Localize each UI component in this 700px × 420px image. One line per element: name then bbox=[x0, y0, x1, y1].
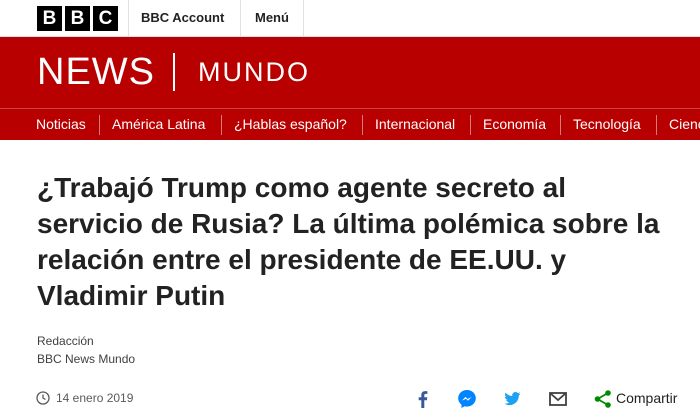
article-meta-row: 14 enero 2019 Compartir bbox=[0, 384, 700, 414]
bbc-logo-letter-b1: B bbox=[37, 6, 62, 31]
nav-item-tecnologia[interactable]: Tecnología bbox=[573, 116, 641, 132]
bbc-logo-letter-b2: B bbox=[65, 6, 90, 31]
byline-author: Redacción bbox=[37, 334, 94, 348]
nav-item-internacional[interactable]: Internacional bbox=[375, 116, 455, 132]
nav-divider bbox=[470, 115, 471, 135]
nav-divider bbox=[99, 115, 100, 135]
bbc-logo[interactable]: B B C bbox=[37, 6, 118, 31]
nav-divider bbox=[221, 115, 222, 135]
nav-item-america-latina[interactable]: América Latina bbox=[112, 116, 205, 132]
section-nav: Noticias América Latina ¿Hablas español?… bbox=[0, 108, 700, 140]
topbar-divider bbox=[128, 0, 129, 36]
byline-organization: BBC News Mundo bbox=[37, 352, 136, 366]
nav-item-noticias[interactable]: Noticias bbox=[36, 116, 86, 132]
nav-item-hablas-espanol[interactable]: ¿Hablas español? bbox=[234, 116, 347, 132]
nav-item-ciencia[interactable]: Cienc bbox=[669, 116, 700, 132]
publish-date: 14 enero 2019 bbox=[56, 391, 134, 405]
nav-divider bbox=[362, 115, 363, 135]
brand-news[interactable]: NEWS bbox=[37, 51, 155, 94]
bbc-account-link[interactable]: BBC Account bbox=[141, 10, 224, 25]
masthead: NEWS MUNDO bbox=[0, 37, 700, 108]
messenger-icon[interactable] bbox=[456, 388, 478, 410]
top-account-bar: B B C BBC Account Menú bbox=[0, 0, 700, 37]
share-icon[interactable] bbox=[592, 388, 614, 410]
twitter-icon[interactable] bbox=[501, 388, 523, 410]
clock-icon bbox=[36, 391, 50, 405]
article-headline: ¿Trabajó Trump como agente secreto al se… bbox=[37, 172, 660, 311]
topbar-divider bbox=[240, 0, 241, 36]
share-label[interactable]: Compartir bbox=[616, 390, 677, 406]
brand-section-mundo[interactable]: MUNDO bbox=[198, 57, 310, 88]
email-icon[interactable] bbox=[547, 388, 569, 410]
menu-link[interactable]: Menú bbox=[255, 10, 289, 25]
brand-divider bbox=[173, 53, 175, 91]
nav-divider bbox=[656, 115, 657, 135]
topbar-divider bbox=[303, 0, 304, 36]
facebook-icon[interactable] bbox=[412, 388, 434, 410]
nav-item-economia[interactable]: Economía bbox=[483, 116, 546, 132]
bbc-logo-letter-c: C bbox=[93, 6, 118, 31]
nav-divider bbox=[560, 115, 561, 135]
